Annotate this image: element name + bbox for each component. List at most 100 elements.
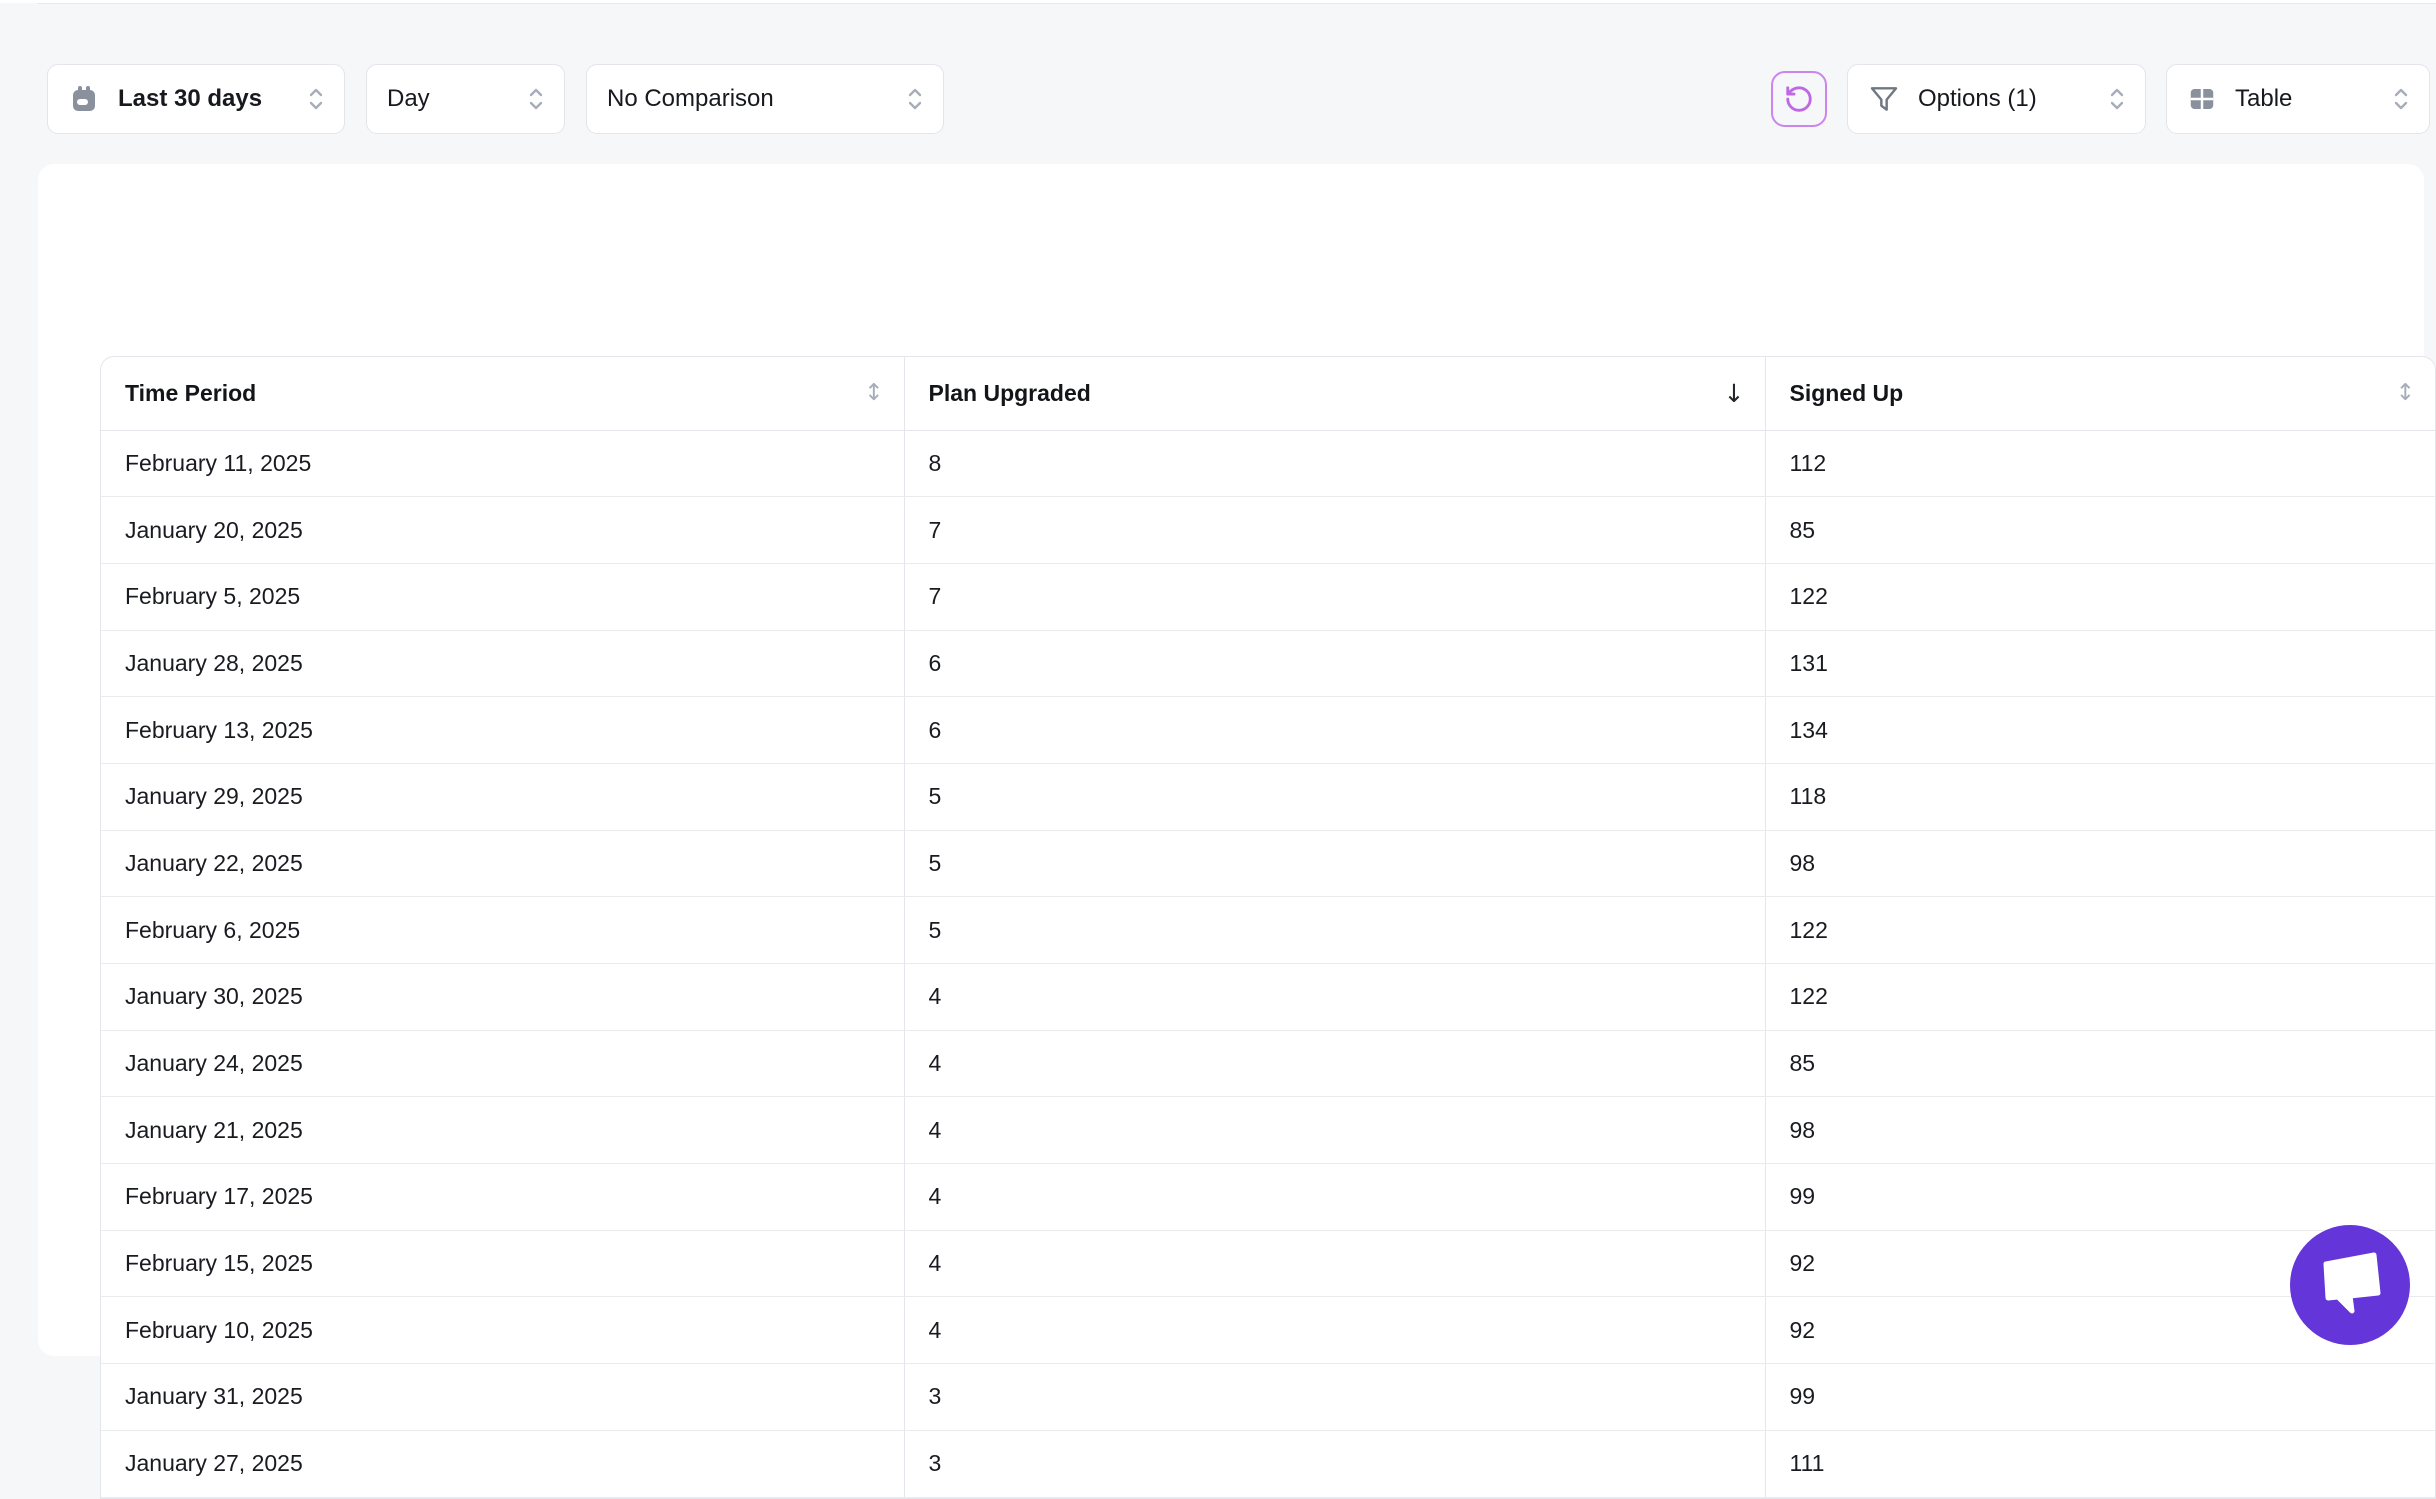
- table-row: January 22, 2025 5 98: [101, 830, 2435, 898]
- data-table: Time Period ↕ Plan Upgraded ↓ Signed Up: [100, 356, 2436, 1499]
- chevron-updown-icon: [907, 86, 923, 112]
- table-cell: January 31, 2025: [101, 1363, 905, 1431]
- column-header-time-period[interactable]: Time Period ↕: [101, 357, 905, 431]
- table-cell: January 20, 2025: [101, 496, 905, 564]
- table-row: February 15, 2025 4 92: [101, 1230, 2435, 1298]
- table-cell: 85: [1765, 1030, 2435, 1098]
- table-cell: January 24, 2025: [101, 1030, 905, 1098]
- table-row: January 21, 2025 4 98: [101, 1096, 2435, 1165]
- chevron-updown-icon: [308, 86, 324, 112]
- table-cell: February 6, 2025: [101, 896, 905, 964]
- table-body: February 11, 2025 8 112 January 20, 2025 7 85…: [101, 430, 2435, 1498]
- table-cell: 112: [1765, 430, 2435, 498]
- date-range-select[interactable]: Last 30 days: [47, 64, 345, 134]
- column-label: Time Period: [125, 379, 257, 406]
- table-cell: 131: [1765, 630, 2435, 698]
- table-cell: February 5, 2025: [101, 563, 905, 631]
- table-cell: February 13, 2025: [101, 696, 905, 764]
- table-row: February 5, 2025 7 122: [101, 563, 2435, 631]
- table-cell: 4: [904, 1096, 1766, 1165]
- table-cell: January 28, 2025: [101, 630, 905, 698]
- options-value: Options (1): [1918, 85, 2037, 112]
- sort-both-icon[interactable]: ↕: [2396, 380, 2415, 406]
- table-row: February 10, 2025 4 92: [101, 1296, 2435, 1365]
- table-cell: 4: [904, 1030, 1766, 1098]
- column-header-plan-upgraded[interactable]: Plan Upgraded ↓: [904, 357, 1766, 431]
- table-cell: 3: [904, 1363, 1766, 1431]
- date-range-value: Last 30 days: [118, 85, 263, 112]
- table-cell: 98: [1765, 1096, 2435, 1165]
- table-cell: 122: [1765, 896, 2435, 964]
- table-cell: January 21, 2025: [101, 1096, 905, 1165]
- table-row: February 17, 2025 4 99: [101, 1163, 2435, 1231]
- column-label: Signed Up: [1789, 379, 1904, 406]
- table-row: January 30, 2025 4 122: [101, 963, 2435, 1031]
- chevron-updown-icon: [2393, 86, 2409, 112]
- table-cell: 4: [904, 1230, 1766, 1298]
- table-icon: [2187, 84, 2217, 114]
- chevron-updown-icon: [528, 86, 544, 112]
- granularity-value: Day: [387, 85, 430, 112]
- table-cell: 118: [1765, 763, 2435, 831]
- table-cell: January 27, 2025: [101, 1430, 905, 1498]
- table-cell: February 11, 2025: [101, 430, 905, 498]
- table-row: January 24, 2025 4 85: [101, 1030, 2435, 1098]
- options-select[interactable]: Options (1): [1847, 64, 2146, 134]
- table-cell: January 29, 2025: [101, 763, 905, 831]
- undo-icon: [1784, 84, 1814, 114]
- table-cell: January 22, 2025: [101, 830, 905, 898]
- table-cell: 7: [904, 563, 1766, 631]
- table-cell: 6: [904, 696, 1766, 764]
- reset-button[interactable]: [1771, 71, 1827, 127]
- table-row: January 29, 2025 5 118: [101, 763, 2435, 831]
- table-cell: 122: [1765, 963, 2435, 1031]
- sort-desc-icon[interactable]: ↓: [1724, 379, 1745, 408]
- column-label: Plan Upgraded: [928, 379, 1091, 406]
- chevron-updown-icon: [2109, 86, 2125, 112]
- table-row: January 28, 2025 6 131: [101, 630, 2435, 698]
- granularity-select[interactable]: Day: [366, 64, 565, 134]
- table-cell: 4: [904, 963, 1766, 1031]
- sort-both-icon[interactable]: ↕: [864, 380, 883, 406]
- table-row: February 6, 2025 5 122: [101, 896, 2435, 964]
- table-row: January 20, 2025 7 85: [101, 496, 2435, 564]
- table-cell: 5: [904, 763, 1766, 831]
- toolbar: Last 30 days Day No Comparison Options (…: [47, 64, 2430, 134]
- table-cell: 4: [904, 1296, 1766, 1365]
- table-row: February 13, 2025 6 134: [101, 696, 2435, 764]
- toolbar-right-group: Options (1) Table: [1771, 64, 2430, 134]
- table-row: January 31, 2025 3 99: [101, 1363, 2435, 1431]
- table-cell: 6: [904, 630, 1766, 698]
- table-cell: January 30, 2025: [101, 963, 905, 1031]
- filter-icon: [1868, 83, 1900, 115]
- table-cell: 111: [1765, 1430, 2435, 1498]
- table-cell: 5: [904, 896, 1766, 964]
- comparison-value: No Comparison: [607, 85, 774, 112]
- table-cell: 99: [1765, 1363, 2435, 1431]
- report-card: Time Period ↕ Plan Upgraded ↓ Signed Up: [38, 164, 2436, 1499]
- toolbar-left-group: Last 30 days Day No Comparison: [47, 64, 944, 134]
- table-cell: 134: [1765, 696, 2435, 764]
- panel-above-border: [37, 3, 2436, 4]
- table-cell: February 10, 2025: [101, 1296, 905, 1365]
- table-cell: 122: [1765, 563, 2435, 631]
- table-cell: 8: [904, 430, 1766, 498]
- table-row: January 27, 2025 3 111: [101, 1430, 2435, 1498]
- table-cell: 5: [904, 830, 1766, 898]
- chat-launcher-button[interactable]: [2290, 1225, 2410, 1345]
- table-cell: 7: [904, 496, 1766, 564]
- table-cell: 98: [1765, 830, 2435, 898]
- table-cell: 4: [904, 1163, 1766, 1231]
- table-cell: 3: [904, 1430, 1766, 1498]
- table-header-row: Time Period ↕ Plan Upgraded ↓ Signed Up: [101, 357, 2435, 431]
- calendar-icon: [68, 83, 100, 115]
- table-cell: February 15, 2025: [101, 1230, 905, 1298]
- chat-bubble-icon: [2290, 1220, 2410, 1340]
- comparison-select[interactable]: No Comparison: [586, 64, 944, 134]
- table-cell: 85: [1765, 496, 2435, 564]
- column-header-signed-up[interactable]: Signed Up ↕: [1765, 357, 2435, 431]
- table-cell: February 17, 2025: [101, 1163, 905, 1231]
- view-type-value: Table: [2235, 85, 2293, 112]
- table-row: February 11, 2025 8 112: [101, 430, 2435, 498]
- view-type-select[interactable]: Table: [2166, 64, 2430, 134]
